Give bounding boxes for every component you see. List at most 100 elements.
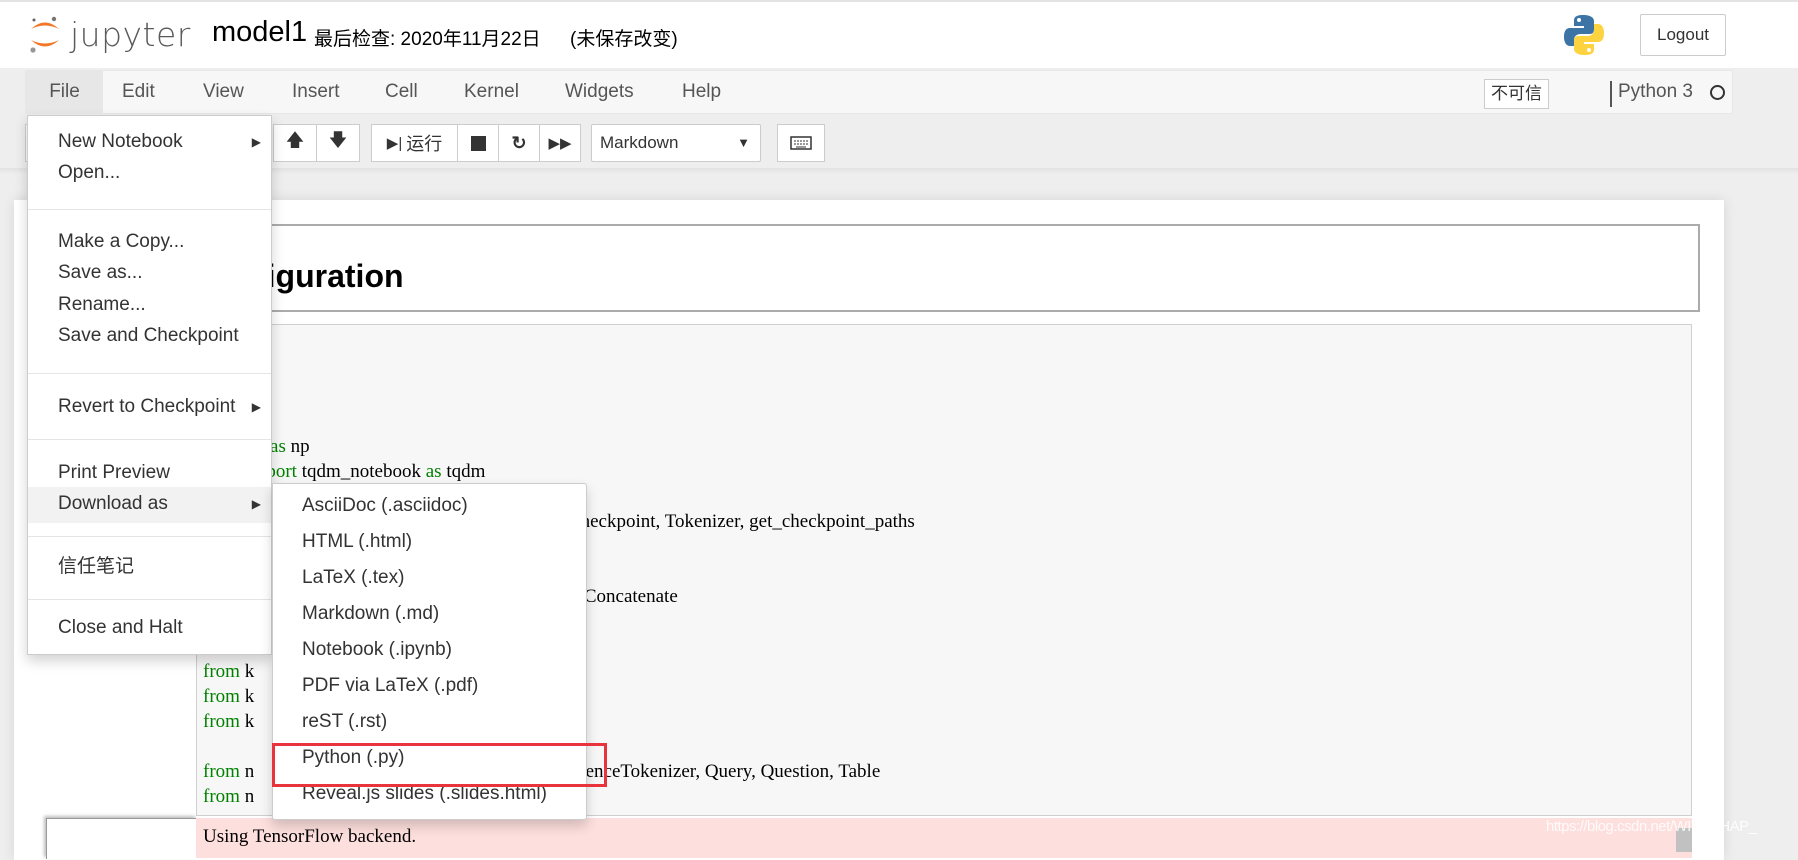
download-asciidoc[interactable]: AsciiDoc (.asciidoc) xyxy=(273,488,586,524)
code-keyword: from xyxy=(203,761,240,782)
code-keyword: as xyxy=(425,461,442,482)
restart-run-all-button[interactable]: ▶▶ xyxy=(539,124,581,162)
code-keyword: from xyxy=(203,711,240,732)
menu-item-label: Download as xyxy=(58,493,168,514)
download-rest[interactable]: reST (.rst) xyxy=(273,704,586,740)
download-notebook[interactable]: Notebook (.ipynb) xyxy=(273,632,586,668)
code-line: math xyxy=(203,409,915,434)
menu-divider xyxy=(28,439,271,440)
code-line: os xyxy=(203,334,915,359)
code-line: re xyxy=(203,359,915,384)
watermark: https://blog.csdn.net/WILDCHAP_ xyxy=(1546,818,1757,835)
menu-item-label: Close and Halt xyxy=(58,617,183,638)
menu-divider xyxy=(28,209,271,210)
file-menu-new-notebook[interactable]: New Notebook ▶ xyxy=(28,125,271,159)
cell-prompt-area xyxy=(46,818,197,859)
command-palette-button[interactable] xyxy=(777,124,825,162)
file-menu-save-checkpoint[interactable]: Save and Checkpoint xyxy=(28,319,271,353)
notebook-name[interactable]: model1 xyxy=(212,16,307,49)
menubar: File Edit View Insert Cell Kernel Widget… xyxy=(25,70,1733,114)
refresh-icon: ↻ xyxy=(511,132,527,153)
output-stderr: Using TensorFlow backend. xyxy=(203,826,417,847)
menu-divider xyxy=(28,599,271,600)
restart-button[interactable]: ↻ xyxy=(498,124,540,162)
code-text: tqdm_notebook xyxy=(296,461,426,482)
caret-right-icon: ▶ xyxy=(251,400,261,414)
menu-divider xyxy=(28,536,271,537)
download-latex[interactable]: LaTeX (.tex) xyxy=(273,560,586,596)
jupyter-logo-icon xyxy=(30,16,59,53)
file-menu-print-preview[interactable]: Print Preview xyxy=(28,456,271,490)
menu-item-label: Save and Checkpoint xyxy=(58,325,239,346)
python-logo-icon xyxy=(1564,15,1604,55)
menu-file[interactable]: File xyxy=(26,71,103,113)
jupyter-logo-text: jupyter xyxy=(70,14,191,54)
markdown-cell[interactable] xyxy=(248,224,1700,312)
file-menu-save-as[interactable]: Save as... xyxy=(28,256,271,290)
menu-item-label: New Notebook xyxy=(58,131,183,152)
keyboard-icon xyxy=(790,136,812,150)
menu-item-label: 信任笔记 xyxy=(58,556,135,577)
code-text: np xyxy=(285,436,310,457)
jupyter-logo[interactable]: jupyter xyxy=(28,12,191,56)
cell-type-select[interactable]: Markdown ▼ xyxy=(591,124,761,162)
file-menu-revert-checkpoint[interactable]: Revert to Checkpoint ▶ xyxy=(28,390,271,424)
kernel-name[interactable]: Python 3 xyxy=(1618,71,1693,113)
menu-item-label: Make a Copy... xyxy=(58,231,185,252)
menu-item-label: Save as... xyxy=(58,262,143,283)
file-menu-make-copy[interactable]: Make a Copy... xyxy=(28,225,271,259)
code-keyword: from xyxy=(203,786,240,807)
menu-item-label: Revert to Checkpoint xyxy=(58,396,236,417)
file-menu-rename[interactable]: Rename... xyxy=(28,288,271,322)
menu-insert[interactable]: Insert xyxy=(292,71,340,113)
code-text: tqdm xyxy=(441,461,486,482)
trust-badge[interactable]: 不可信 xyxy=(1484,79,1549,109)
stop-icon xyxy=(470,135,486,151)
fast-forward-icon: ▶▶ xyxy=(548,135,572,152)
last-checkpoint: 最后检查: 2020年11月22日 xyxy=(314,29,541,50)
code-keyword: as xyxy=(270,436,286,457)
run-label: 运行 xyxy=(406,134,443,154)
code-keyword: from xyxy=(203,661,240,682)
interrupt-button[interactable] xyxy=(457,124,499,162)
download-markdown[interactable]: Markdown (.md) xyxy=(273,596,586,632)
caret-right-icon: ▶ xyxy=(251,135,261,149)
caret-down-icon: ▼ xyxy=(737,135,750,150)
move-down-button[interactable]: 🡇 xyxy=(316,124,360,162)
menu-widgets[interactable]: Widgets xyxy=(565,71,634,113)
file-menu-trust-notebook[interactable]: 信任笔记 xyxy=(28,550,271,584)
arrow-down-icon: 🡇 xyxy=(328,130,348,150)
code-line: qdm import tqdm_notebook as tqdm xyxy=(203,459,915,484)
output-area xyxy=(196,818,1692,858)
run-button[interactable]: ▶| 运行 xyxy=(371,124,458,162)
move-up-button[interactable]: 🡅 xyxy=(273,124,317,162)
annotation-highlight-box xyxy=(272,743,607,787)
step-forward-icon: ▶| xyxy=(386,135,403,152)
menu-view[interactable]: View xyxy=(203,71,244,113)
menu-kernel[interactable]: Kernel xyxy=(464,71,519,113)
markdown-heading: figuration xyxy=(256,258,404,294)
file-menu: New Notebook ▶ Open... Make a Copy... Sav… xyxy=(27,115,272,655)
menu-divider xyxy=(28,373,271,374)
kernel-separator xyxy=(1610,81,1612,107)
caret-right-icon: ▶ xyxy=(251,497,261,511)
menu-edit[interactable]: Edit xyxy=(122,71,155,113)
code-line: numpy as np xyxy=(203,434,915,459)
menu-item-label: Rename... xyxy=(58,294,146,315)
menu-help[interactable]: Help xyxy=(682,71,721,113)
code-keyword: from xyxy=(203,686,240,707)
arrow-up-icon: 🡅 xyxy=(285,130,305,150)
download-pdf[interactable]: PDF via LaTeX (.pdf) xyxy=(273,668,586,704)
menu-cell[interactable]: Cell xyxy=(385,71,418,113)
code-line: json xyxy=(203,384,915,409)
menu-item-label: Open... xyxy=(58,162,121,183)
download-html[interactable]: HTML (.html) xyxy=(273,524,586,560)
file-menu-close-halt[interactable]: Close and Halt xyxy=(28,611,271,645)
cell-type-value: Markdown xyxy=(600,133,679,152)
logout-button[interactable]: Logout xyxy=(1640,14,1726,56)
file-menu-open[interactable]: Open... xyxy=(28,156,271,190)
header: jupyter model1 最后检查: 2020年11月22日 (未保存改变)… xyxy=(0,0,1798,68)
kernel-idle-icon xyxy=(1710,85,1725,100)
menu-item-label: Print Preview xyxy=(58,462,170,483)
file-menu-download-as[interactable]: Download as ▶ xyxy=(28,487,271,523)
